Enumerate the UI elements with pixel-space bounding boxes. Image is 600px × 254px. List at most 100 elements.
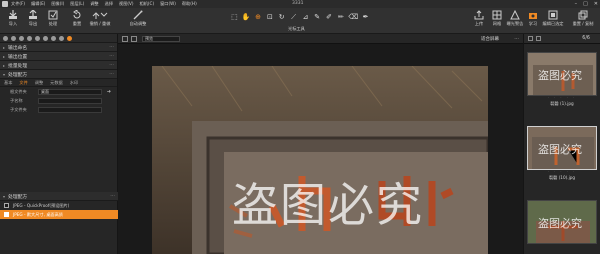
window-title: 3331 xyxy=(292,1,304,6)
thumbnail-image: 盗图必究 xyxy=(527,52,597,96)
thumbnail-selected[interactable]: 盗图必究 · · · · · 裂磬 (10).jpg xyxy=(527,126,597,181)
magic-wand-icon xyxy=(133,10,143,20)
menu-window[interactable]: 窗口(W) xyxy=(160,1,176,7)
minimize-icon[interactable]: – xyxy=(575,1,578,7)
thumbnail-filename: 裂磬 (10).jpg xyxy=(548,175,576,180)
maximize-icon[interactable]: □ xyxy=(583,1,588,7)
auto-adjust-button[interactable]: 自动调整 xyxy=(124,10,152,27)
thumbnail-image: 盗图必究 xyxy=(527,126,597,170)
keystone-tool-icon[interactable]: ⊿ xyxy=(301,12,310,22)
thumbnail[interactable]: 盗图必究 · · · · · 裂磬 (1).jpg xyxy=(527,52,597,107)
app-icon xyxy=(2,1,8,7)
library-tab-icon[interactable] xyxy=(3,35,8,41)
section-output-location[interactable]: ▸ 输出位置 ··· xyxy=(0,52,117,61)
viewer-toolbar: 预览 适合屏幕 ··· xyxy=(118,34,523,44)
filmstrip-toolbar: 6/6 xyxy=(524,34,600,44)
undo-redo-icon xyxy=(92,12,108,19)
process-icon xyxy=(48,10,58,20)
subtab-metadata[interactable]: 元数据 xyxy=(50,80,63,86)
viewer: 预览 适合屏幕 ··· 盗图必究 xyxy=(118,34,523,254)
reset-button[interactable]: 重置 xyxy=(66,10,88,27)
grid-icon xyxy=(492,10,502,20)
multi-view-icon[interactable] xyxy=(131,35,137,42)
lens-tab-icon[interactable] xyxy=(19,35,24,41)
export-button[interactable]: 导出 xyxy=(22,10,44,27)
recipe-item-selected[interactable]: JPEG - 默大尺寸, 桌面高质 xyxy=(0,210,118,219)
main-toolbar: 导入 导出 处理 重置 撤销 / 重做 自动调整 ⬚ ✋ ⊕ ⊡ ↻ ⟋ ⊿ ✎… xyxy=(0,8,600,34)
menu-file[interactable]: 文件(F) xyxy=(11,1,25,7)
menu-adjust[interactable]: 调整 xyxy=(90,1,98,7)
edit-selected-button[interactable]: 编辑已选定 xyxy=(542,10,564,27)
watermark-text: 盗图必究 xyxy=(232,178,424,232)
close-icon[interactable]: ✕ xyxy=(594,1,598,7)
straighten-tool-icon[interactable]: ⟋ xyxy=(289,12,298,22)
recipe-checkbox[interactable] xyxy=(4,203,9,208)
menu-view[interactable]: 视图(V) xyxy=(119,1,134,7)
thumbnail-image: 盗图必究 xyxy=(527,200,597,244)
left-tool-panel: ▸ 输出命名 ··· ▸ 输出位置 ··· ▸ 批量处理 ··· ▾ 处理配方 ··· 基本 文… xyxy=(0,34,118,254)
cursor-tools-label: 光标工具 xyxy=(288,26,305,31)
fit-screen-label[interactable]: 适合屏幕 xyxy=(481,36,499,42)
output-tab-icon[interactable] xyxy=(67,35,72,41)
subtab-watermark[interactable]: 水印 xyxy=(70,80,78,86)
section-output-naming[interactable]: ▸ 输出命名 ··· xyxy=(0,43,117,52)
subtab-adjust[interactable]: 调整 xyxy=(35,80,43,86)
reset-icon xyxy=(73,10,81,19)
subtab-file[interactable]: 文件 xyxy=(19,80,27,86)
undo-redo-button[interactable]: 撤销 / 重做 xyxy=(86,10,114,27)
section-process-recipe[interactable]: ▾ 处理配方 ··· xyxy=(0,70,117,79)
window-controls: – □ ✕ xyxy=(575,1,598,7)
recipe-checkbox-checked[interactable] xyxy=(4,212,9,217)
reset-copy-button[interactable]: 重置 / 复制 xyxy=(568,10,598,27)
metadata-tab-icon[interactable] xyxy=(59,35,64,41)
root-folder-select[interactable]: 桌面 xyxy=(38,88,102,95)
filter-icon[interactable] xyxy=(536,36,541,41)
zoom-tool-icon[interactable]: ⊕ xyxy=(254,12,263,22)
single-view-icon[interactable] xyxy=(122,35,128,42)
sort-icon[interactable] xyxy=(528,36,533,41)
proof-select[interactable]: 预览 xyxy=(142,35,180,42)
warning-icon xyxy=(510,10,520,20)
arrow-right-icon[interactable]: ➜ xyxy=(107,89,111,95)
detail-tab-icon[interactable] xyxy=(43,35,48,41)
sub-folder-field[interactable] xyxy=(38,106,102,113)
section-batch[interactable]: ▸ 批量处理 ··· xyxy=(0,61,117,70)
thumbnail-filename: 裂磬 (1).jpg xyxy=(550,101,574,106)
sub-name-row: 子名称 xyxy=(0,96,117,105)
section-process-recipes[interactable]: ▾ 处理配方 ··· xyxy=(0,192,118,201)
main-photo[interactable]: 盗图必究 xyxy=(152,66,488,254)
rotate-tool-icon[interactable]: ↻ xyxy=(277,12,286,22)
color-tab-icon[interactable] xyxy=(27,35,32,41)
menu-image[interactable]: 图像(I) xyxy=(51,1,64,7)
viewer-options-icon[interactable]: ··· xyxy=(514,36,519,42)
menu-layer[interactable]: 图层(L) xyxy=(70,1,84,7)
brush-tool-icon[interactable]: ✏ xyxy=(336,12,345,22)
import-button[interactable]: 导入 xyxy=(2,10,24,27)
hand-tool-icon[interactable]: ✋ xyxy=(242,12,251,22)
capture-tab-icon[interactable] xyxy=(11,35,16,41)
export-icon xyxy=(29,10,37,19)
copy-icon xyxy=(578,10,588,20)
process-button[interactable]: 处理 xyxy=(42,10,64,27)
menu-camera[interactable]: 相机(C) xyxy=(140,1,155,7)
filmstrip-panel: 6/6 盗图必究 · · · · · 裂磬 (1).jpg 盗图必究 · · ·… xyxy=(523,34,600,254)
menu-select[interactable]: 选择 xyxy=(105,1,113,7)
picker-tool-icon[interactable]: ✎ xyxy=(313,12,322,22)
learn-button[interactable]: 学习 xyxy=(522,10,544,27)
menu-help[interactable]: 帮助(H) xyxy=(182,1,197,7)
sub-name-field[interactable] xyxy=(38,97,102,104)
select-tool-icon[interactable]: ⬚ xyxy=(230,12,239,22)
annotate-tool-icon[interactable]: ✒ xyxy=(361,12,370,22)
menu-edit[interactable]: 编辑(E) xyxy=(31,1,45,7)
sub-folder-row: 子文件夹 xyxy=(0,105,117,114)
recipe-subtabs: 基本 文件 调整 元数据 水印 xyxy=(0,79,117,87)
thumbnail[interactable]: 盗图必究 xyxy=(527,200,597,244)
subtab-basic[interactable]: 基本 xyxy=(4,80,12,86)
exposure-tab-icon[interactable] xyxy=(35,35,40,41)
cursor-tools: ⬚ ✋ ⊕ ⊡ ↻ ⟋ ⊿ ✎ ✐ ✏ ⌫ ✒ xyxy=(230,11,370,23)
crop-tool-icon[interactable]: ⊡ xyxy=(265,12,274,22)
eraser-tool-icon[interactable]: ⌫ xyxy=(348,12,358,22)
recipe-item[interactable]: JPEG - QuickProof(预设图片) xyxy=(0,201,118,210)
adjust-tab-icon[interactable] xyxy=(51,35,56,41)
mask-tool-icon[interactable]: ✐ xyxy=(325,12,334,22)
